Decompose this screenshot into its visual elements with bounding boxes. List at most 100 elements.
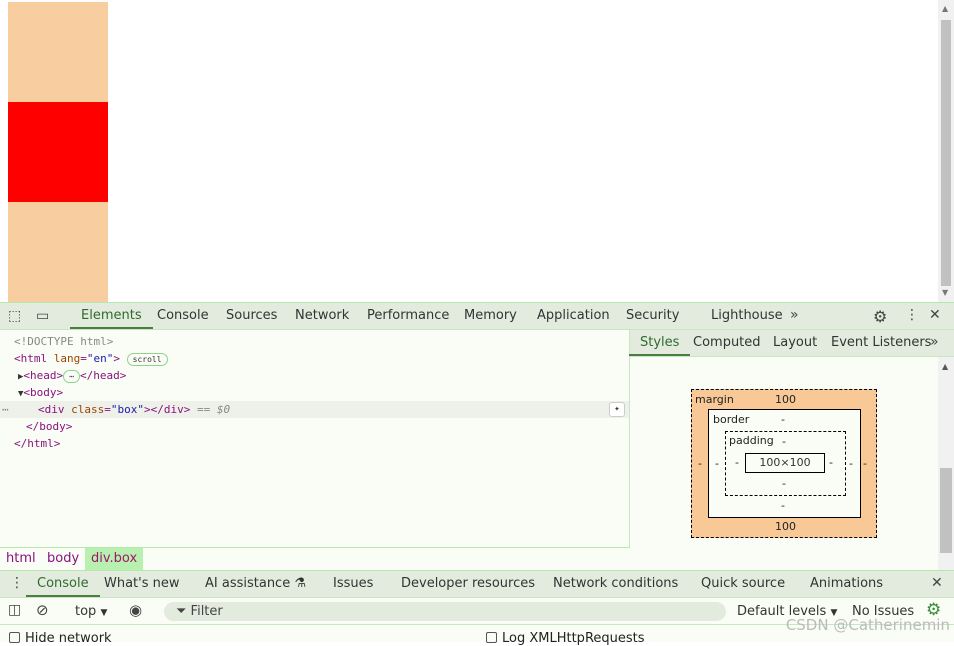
border-right[interactable]: - — [849, 457, 853, 470]
tab-styles[interactable]: Styles — [628, 335, 692, 356]
drawer-tab-whats-new[interactable]: What's new — [104, 576, 180, 591]
doctype-node[interactable]: <!DOCTYPE html> — [0, 333, 629, 350]
selected-marker: == $0 — [196, 403, 231, 416]
box-model-content[interactable]: 100×100 — [745, 453, 825, 473]
inspect-element-icon[interactable]: ⬚ — [8, 308, 21, 324]
margin-top[interactable]: 100 — [775, 393, 796, 406]
attr-name: class — [71, 403, 105, 416]
margin-right[interactable]: - — [863, 457, 867, 470]
tag: <body> — [23, 386, 64, 399]
log-xhr-checkbox[interactable]: Log XMLHttpRequests — [486, 631, 645, 646]
padding-right[interactable]: - — [829, 456, 833, 469]
close-drawer-icon[interactable]: ✕ — [931, 575, 943, 591]
tag: </html> — [14, 437, 61, 450]
devtools-tabbar: ⬚ ▭ Elements Console Sources Network Per… — [0, 302, 954, 330]
red-box[interactable] — [8, 102, 108, 202]
head-node[interactable]: ▶<head> ⋯ </head> — [0, 367, 629, 384]
tab-computed[interactable]: Computed — [693, 335, 761, 350]
more-options-icon[interactable]: ⋮ — [905, 307, 919, 323]
styles-subtabs: Styles Computed Layout Event Listeners » — [628, 330, 954, 357]
box-model-margin[interactable]: margin 100 100 - - border - - - - paddin… — [691, 389, 877, 538]
margin-left[interactable]: - — [698, 457, 702, 470]
more-tabs-icon[interactable]: » — [790, 307, 799, 323]
tab-performance[interactable]: Performance — [367, 308, 449, 323]
body-node[interactable]: ▼<body> — [0, 384, 629, 401]
page-scrollbar-thumb[interactable] — [941, 20, 951, 286]
tab-console[interactable]: Console — [157, 308, 209, 323]
sidebar-toggle-icon[interactable]: ◫ — [8, 602, 21, 618]
gt: > — [113, 352, 120, 365]
drawer-tab-animations[interactable]: Animations — [810, 576, 883, 591]
html-close-node[interactable]: </html> — [0, 435, 629, 452]
drawer-tab-ai-assistance[interactable]: AI assistance ⚗ — [205, 576, 306, 591]
tag: </body> — [26, 420, 73, 433]
body-close-node[interactable]: </body> — [0, 418, 629, 435]
styles-pane: Styles Computed Layout Event Listeners »… — [628, 330, 954, 570]
tab-label: AI assistance — [205, 576, 291, 591]
hide-network-checkbox[interactable]: Hide network — [9, 631, 112, 646]
border-label: border — [713, 413, 750, 426]
console-filter-input[interactable]: ⏷ Filter — [164, 602, 726, 621]
breadcrumb-html[interactable]: html — [0, 548, 42, 570]
tab-layout[interactable]: Layout — [773, 335, 817, 350]
elements-tree: <!DOCTYPE html> <html lang="en"> scroll … — [0, 330, 630, 547]
scroll-badge[interactable]: scroll — [126, 352, 168, 366]
border-left[interactable]: - — [715, 457, 719, 470]
div-box-node-selected[interactable]: ⋯ <div class="box"></div> == $0 ✦ — [0, 401, 629, 418]
settings-gear-icon[interactable]: ⚙ — [873, 307, 887, 326]
context-select[interactable]: top ▼ — [75, 604, 107, 619]
tab-sources[interactable]: Sources — [226, 308, 277, 323]
filter-placeholder: Filter — [190, 604, 223, 619]
tag: <div — [38, 403, 65, 416]
tab-event-listeners[interactable]: Event Listeners — [831, 335, 931, 350]
drawer-menu-icon[interactable]: ⋮ — [10, 575, 24, 591]
tab-application[interactable]: Application — [537, 308, 610, 323]
context-value: top — [75, 604, 97, 619]
scroll-up-icon[interactable]: ▲ — [942, 4, 948, 13]
margin-bottom[interactable]: 100 — [775, 520, 796, 533]
ai-assist-icon[interactable]: ✦ — [609, 402, 625, 417]
breadcrumb-div-box[interactable]: div.box — [85, 548, 144, 570]
attr-value: "en" — [86, 352, 114, 365]
close-devtools-icon[interactable]: ✕ — [929, 307, 941, 323]
breadcrumb: html body div.box — [0, 547, 630, 570]
html-node[interactable]: <html lang="en"> scroll — [0, 350, 629, 367]
tab-elements[interactable]: Elements — [70, 308, 153, 329]
node-actions-icon[interactable]: ⋯ — [2, 401, 9, 418]
checkbox-label: Hide network — [25, 631, 112, 646]
tab-network[interactable]: Network — [295, 308, 349, 323]
drawer-tab-developer-resources[interactable]: Developer resources — [401, 576, 535, 591]
collapsed-ellipsis[interactable]: ⋯ — [63, 369, 80, 383]
tab-lighthouse[interactable]: Lighthouse — [711, 308, 783, 323]
tab-memory[interactable]: Memory — [464, 308, 517, 323]
margin-label: margin — [695, 393, 734, 406]
drawer-tab-network-conditions[interactable]: Network conditions — [553, 576, 678, 591]
box-model-padding[interactable]: padding - - - - 100×100 — [725, 431, 846, 496]
checkbox-label: Log XMLHttpRequests — [502, 631, 645, 646]
padding-label: padding — [729, 434, 774, 447]
drawer-tab-issues[interactable]: Issues — [333, 576, 373, 591]
breadcrumb-body[interactable]: body — [41, 548, 85, 570]
padding-top[interactable]: - — [782, 435, 786, 448]
padding-left[interactable]: - — [735, 456, 739, 469]
flask-icon: ⚗ — [294, 576, 307, 591]
device-toolbar-icon[interactable]: ▭ — [36, 308, 49, 324]
border-bottom[interactable]: - — [781, 499, 785, 512]
tag: <html — [14, 352, 48, 365]
checkbox-icon — [9, 632, 20, 643]
border-top[interactable]: - — [781, 413, 785, 426]
drawer-tab-quick-source[interactable]: Quick source — [701, 576, 785, 591]
more-tabs-icon[interactable]: » — [930, 334, 939, 350]
live-expression-eye-icon[interactable]: ◉ — [129, 601, 142, 619]
tab-security[interactable]: Security — [626, 308, 679, 323]
dropdown-arrow-icon: ▼ — [100, 608, 108, 618]
checkbox-icon — [486, 632, 497, 643]
scroll-up-icon[interactable]: ▲ — [942, 362, 948, 371]
clear-console-icon[interactable]: ⊘ — [36, 601, 49, 619]
box-model-border[interactable]: border - - - - padding - - - - 100×100 — [708, 409, 861, 518]
scroll-down-icon[interactable]: ▼ — [942, 288, 948, 297]
styles-scrollbar-thumb[interactable] — [940, 468, 952, 553]
drawer-tab-console[interactable]: Console — [26, 576, 100, 597]
padding-bottom[interactable]: - — [782, 477, 786, 490]
page-viewport: ▲ ▼ — [0, 0, 954, 302]
